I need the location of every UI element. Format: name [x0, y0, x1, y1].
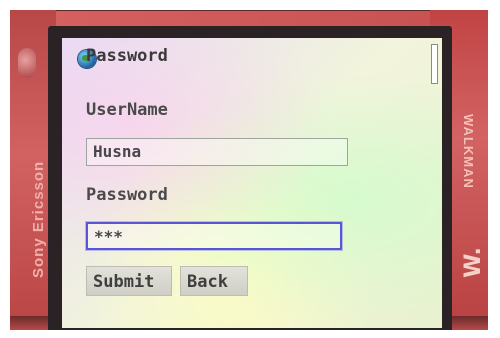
phone-speaker	[18, 48, 36, 78]
username-label: UserName	[86, 100, 168, 120]
brand-walkman: WALKMAN	[461, 114, 476, 189]
password-input[interactable]: ***	[86, 222, 342, 250]
scrollbar[interactable]	[431, 44, 438, 84]
password-label: Password	[86, 185, 168, 205]
submit-button[interactable]: Submit	[86, 266, 172, 296]
username-input[interactable]: Husna	[86, 138, 348, 166]
screen-title: Password	[86, 46, 168, 66]
phone-screen: Password UserName Husna Password *** Sub…	[62, 38, 442, 328]
photo-frame: Sony Ericsson WALKMAN W. Password UserNa…	[10, 10, 488, 330]
walkman-logo-icon: W.	[460, 247, 486, 278]
back-button[interactable]: Back	[180, 266, 248, 296]
brand-sony-ericsson: Sony Ericsson	[30, 160, 47, 278]
